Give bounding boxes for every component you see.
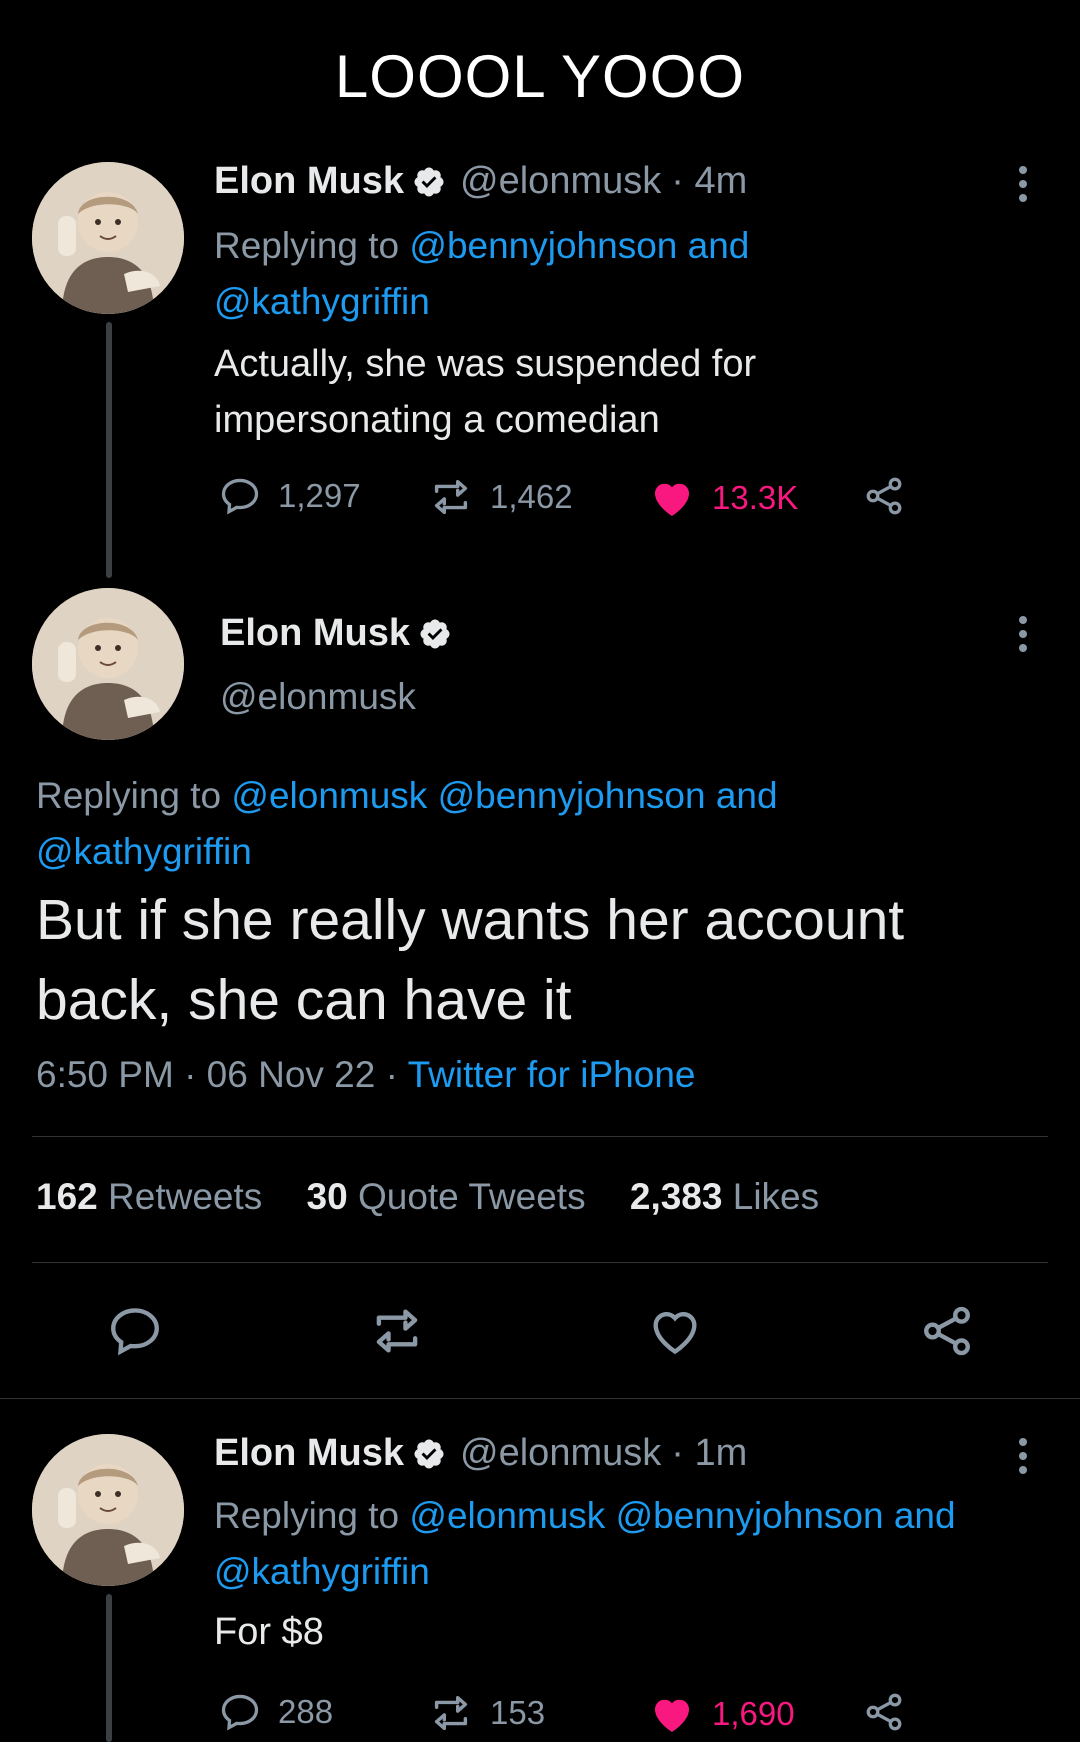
more-options-icon[interactable] [1018, 160, 1028, 208]
tweet-text: For $8 [214, 1611, 324, 1653]
replying-to: Replying to @elonmusk @bennyjohnson and … [36, 768, 778, 880]
retweet-action[interactable]: 153 [428, 1690, 545, 1736]
quote-tweets-stat-label: Quote Tweets [357, 1176, 586, 1217]
replying-prefix: Replying to [36, 775, 222, 816]
share-action[interactable] [862, 474, 906, 518]
replying-to: Replying to @elonmusk @bennyjohnson and … [214, 1488, 956, 1600]
engagement-stats: 162 Retweets 30 Quote Tweets 2,383 Likes [36, 1176, 819, 1218]
tweet-text-line: back, she can have it [36, 968, 572, 1032]
retweets-stat[interactable]: 162 Retweets [36, 1176, 262, 1217]
share-icon [862, 474, 906, 518]
like-action[interactable]: 1,690 [648, 1690, 795, 1738]
retweets-stat-count: 162 [36, 1176, 98, 1217]
reply-icon [218, 1690, 262, 1734]
heart-filled-icon [648, 474, 696, 522]
replying-users-link[interactable]: @elonmusk @bennyjohnson and [231, 775, 777, 816]
avatar-image [32, 1434, 184, 1586]
tweet-source-link[interactable]: Twitter for iPhone [408, 1054, 696, 1095]
divider [0, 1398, 1080, 1399]
more-options-icon[interactable] [1018, 1432, 1028, 1480]
tweet-text-line: impersonating a comedian [214, 399, 660, 441]
replying-to: Replying to @bennyjohnson and @kathygrif… [214, 218, 749, 330]
likes-stat-count: 2,383 [629, 1176, 723, 1217]
heart-icon[interactable] [646, 1302, 704, 1360]
verified-badge-icon [412, 165, 446, 199]
reply-icon [218, 474, 262, 518]
tweet-text-line: But if she really wants her account [36, 888, 905, 952]
reply-action[interactable]: 288 [218, 1690, 333, 1734]
author-handle[interactable]: @elonmusk [460, 160, 661, 203]
divider [32, 1262, 1048, 1263]
tweet-header: Elon Musk [220, 612, 452, 655]
avatar[interactable] [32, 162, 184, 314]
divider [32, 1136, 1048, 1137]
like-count: 1,690 [712, 1695, 795, 1732]
like-action[interactable]: 13.3K [648, 474, 798, 522]
replying-user-link[interactable]: @kathygriffin [214, 281, 430, 322]
reply-icon[interactable] [106, 1302, 164, 1360]
share-icon [862, 1690, 906, 1734]
meme-caption: LOOOL YOOO [334, 43, 746, 110]
replying-users-link[interactable]: @bennyjohnson and [409, 225, 749, 266]
author-handle[interactable]: @elonmusk [220, 676, 416, 718]
avatar-image [32, 588, 184, 740]
tweet-time[interactable]: · 4m [671, 160, 747, 203]
tweet-meta: 6:50 PM · 06 Nov 22 · Twitter for iPhone [36, 1054, 695, 1096]
retweet-count: 1,462 [490, 478, 573, 515]
author-handle[interactable]: @elonmusk [460, 1432, 661, 1475]
thread-connector-line [106, 322, 112, 578]
like-count: 13.3K [712, 479, 799, 516]
author-name[interactable]: Elon Musk [220, 612, 410, 655]
avatar[interactable] [32, 1434, 184, 1586]
verified-badge-icon [412, 1437, 446, 1471]
replying-users-link[interactable]: @elonmusk @bennyjohnson and [409, 1495, 955, 1536]
retweet-icon [428, 1690, 474, 1736]
retweet-action[interactable]: 1,462 [428, 474, 573, 520]
more-options-icon[interactable] [1018, 610, 1028, 658]
tweet-text-line: Actually, she was suspended for [214, 343, 757, 385]
share-action[interactable] [862, 1690, 906, 1734]
thread-connector-line [106, 1594, 112, 1742]
retweets-stat-label: Retweets [108, 1176, 263, 1217]
tweet-time[interactable]: · 1m [671, 1432, 747, 1475]
replying-prefix: Replying to [214, 1495, 400, 1536]
reply-count: 288 [278, 1693, 334, 1730]
retweet-count: 153 [490, 1694, 546, 1731]
heart-filled-icon [648, 1690, 696, 1738]
avatar[interactable] [32, 588, 184, 740]
tweet-text: But if she really wants her account back… [36, 880, 904, 1040]
tweet-timestamp[interactable]: 6:50 PM · 06 Nov 22 · [36, 1054, 398, 1095]
reply-count: 1,297 [278, 477, 361, 514]
replying-user-link[interactable]: @kathygriffin [36, 831, 252, 872]
quote-tweets-stat[interactable]: 30 Quote Tweets [307, 1176, 586, 1217]
reply-action[interactable]: 1,297 [218, 474, 361, 518]
retweet-icon [428, 474, 474, 520]
author-name[interactable]: Elon Musk [214, 1432, 404, 1475]
retweet-icon[interactable] [368, 1302, 426, 1360]
avatar-image [32, 162, 184, 314]
author-name[interactable]: Elon Musk [214, 160, 404, 203]
share-icon[interactable] [918, 1302, 976, 1360]
likes-stat-label: Likes [732, 1176, 820, 1217]
likes-stat[interactable]: 2,383 Likes [630, 1176, 819, 1217]
verified-badge-icon [418, 617, 452, 651]
quote-tweets-stat-count: 30 [306, 1176, 348, 1217]
replying-prefix: Replying to [214, 225, 400, 266]
tweet-header: Elon Musk @elonmusk · 4m [214, 160, 747, 203]
replying-user-link[interactable]: @kathygriffin [214, 1551, 430, 1592]
tweet-header: Elon Musk @elonmusk · 1m [214, 1432, 747, 1475]
tweet-text: Actually, she was suspended for imperson… [214, 336, 756, 448]
